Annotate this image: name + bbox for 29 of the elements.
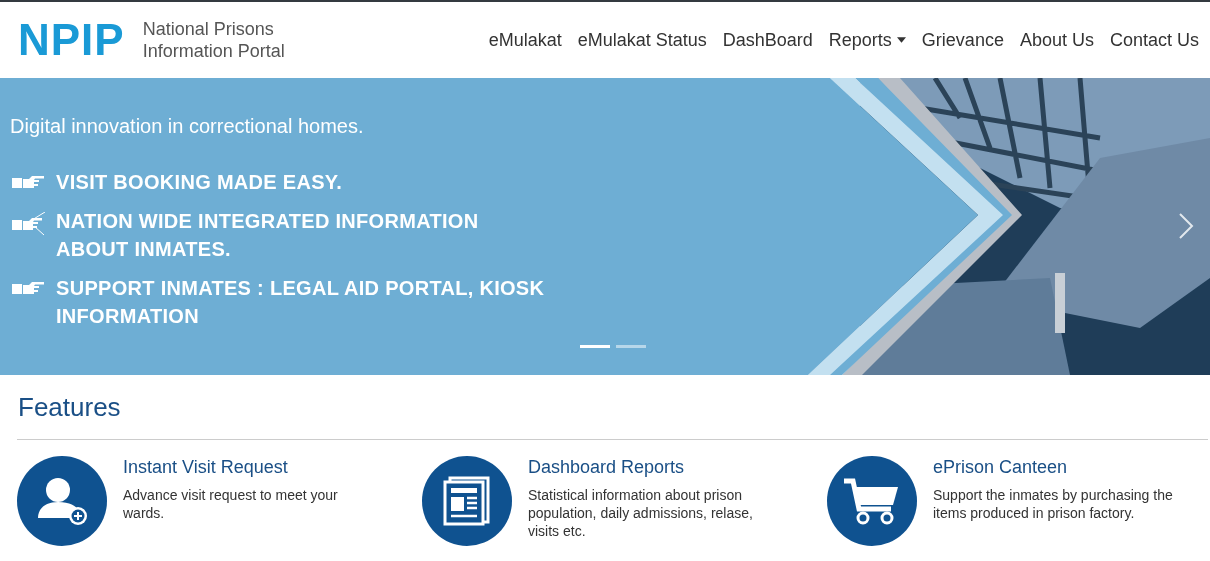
site-name: Information Portal <box>142 40 285 62</box>
add-user-icon <box>36 476 88 526</box>
banner-point: VISIT BOOKING MADE EASY. <box>56 170 344 195</box>
feature-description: Support the inmates by purchasing the items produced in prison factory. <box>933 486 1174 522</box>
banner-point: NATION WIDE INTEGRATED INFORMATION ABOUT INMATES. <box>56 209 480 262</box>
feature-title[interactable]: Instant Visit Request <box>123 457 368 477</box>
nav-link[interactable]: eMulakat <box>488 29 562 51</box>
nav-link[interactable]: Grievance <box>921 29 1004 51</box>
slide-indicator[interactable] <box>580 345 610 348</box>
hand-icon <box>12 212 46 236</box>
shopping-cart-icon <box>844 477 900 525</box>
nav-link[interactable]: eMulakat Status <box>577 29 707 51</box>
banner-tagline: Digital innovation in correctional homes. <box>10 114 365 138</box>
nav-link[interactable]: Contact Us <box>1109 29 1199 51</box>
slide-indicator[interactable] <box>616 345 646 348</box>
banner-point: SUPPORT INMATES : LEGAL AID PORTAL, KIOSK INFORMATION <box>56 276 546 329</box>
pointing-hand-icon <box>12 173 46 189</box>
feature-description: Advance visit request to meet your wards. <box>123 486 339 522</box>
nav-link[interactable]: About Us <box>1019 29 1094 51</box>
nav-link[interactable]: DashBoard <box>722 29 813 51</box>
feature-title[interactable]: Dashboard Reports <box>528 457 773 477</box>
site-name: National Prisons <box>142 18 275 40</box>
nav-link[interactable]: Reports <box>828 29 906 51</box>
caret-icon <box>896 37 906 43</box>
section-heading: Features <box>18 391 122 424</box>
feature-title[interactable]: ePrison Canteen <box>933 457 1178 477</box>
newspaper-icon <box>443 476 491 526</box>
pointing-hand-icon <box>12 279 46 295</box>
feature-description: Statistical information about prison population, daily admissions, relase, visits etc. <box>528 486 754 540</box>
